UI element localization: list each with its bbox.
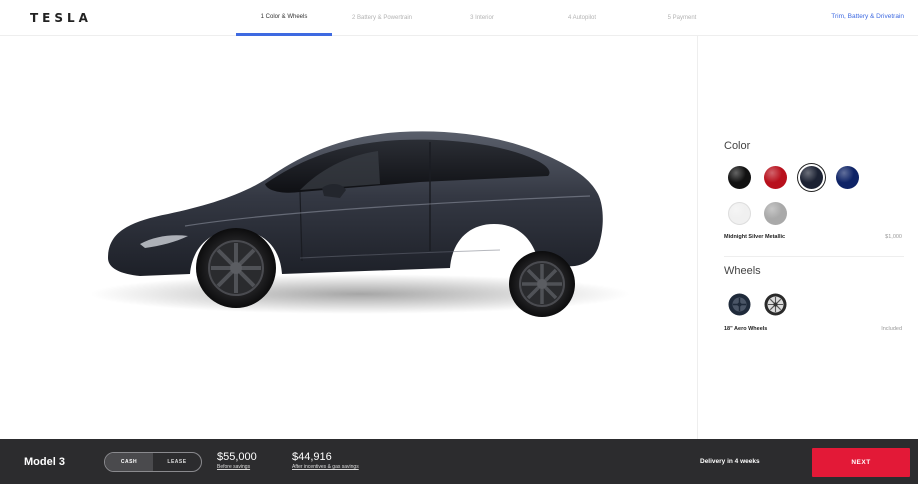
car-image xyxy=(90,131,630,317)
selected-color-price: $1,000 xyxy=(885,234,902,240)
model-name: Model 3 xyxy=(24,456,65,468)
step-tabs: 1 Color & Wheels 2 Battery & Powertrain … xyxy=(236,0,732,36)
toggle-cash[interactable]: CASH xyxy=(105,453,153,471)
config-panel: Color Midnight Silver Metallic $1,000 Wh… xyxy=(698,36,918,439)
color-swatch-midnight-silver[interactable] xyxy=(800,166,823,189)
price-before-savings: $55,000 Before savings xyxy=(217,451,257,470)
wheels-section-title: Wheels xyxy=(724,265,761,277)
summary-bar: Model 3 CASH LEASE $55,000 Before saving… xyxy=(0,439,918,484)
wheel-option-aero[interactable] xyxy=(728,293,751,316)
top-nav: TESLA 1 Color & Wheels 2 Battery & Power… xyxy=(0,0,918,36)
price-before-value: $55,000 xyxy=(217,451,257,463)
car-preview xyxy=(0,36,697,439)
trim-link[interactable]: Trim, Battery & Drivetrain xyxy=(831,13,904,20)
color-swatch-red[interactable] xyxy=(764,166,787,189)
selected-color-name: Midnight Silver Metallic xyxy=(724,234,786,240)
tab-color-wheels[interactable]: 1 Color & Wheels xyxy=(236,0,332,36)
price-after-value: $44,916 xyxy=(292,451,332,463)
tab-autopilot[interactable]: 4 Autopilot xyxy=(532,0,632,36)
tab-payment[interactable]: 5 Payment xyxy=(632,0,732,36)
price-before-label[interactable]: Before savings xyxy=(217,464,257,470)
sport-wheel-icon xyxy=(764,293,787,316)
color-swatch-black[interactable] xyxy=(728,166,751,189)
toggle-lease[interactable]: LEASE xyxy=(153,453,201,471)
tab-interior[interactable]: 3 Interior xyxy=(432,0,532,36)
color-section-title: Color xyxy=(724,140,751,152)
delivery-estimate: Delivery in 4 weeks xyxy=(700,458,760,465)
wheel-option-sport[interactable] xyxy=(764,293,787,316)
price-after-label[interactable]: After incentives & gas savings xyxy=(292,464,359,470)
tesla-logo[interactable]: TESLA xyxy=(30,11,92,25)
color-swatch-white[interactable] xyxy=(728,202,751,225)
color-swatch-silver[interactable] xyxy=(764,202,787,225)
section-divider xyxy=(724,256,904,257)
selected-wheel-name: 18" Aero Wheels xyxy=(724,326,768,332)
selected-wheel-price: Included xyxy=(881,326,902,332)
color-swatch-deep-blue[interactable] xyxy=(836,166,859,189)
price-after-savings: $44,916 After incentives & gas savings xyxy=(292,451,359,470)
aero-wheel-icon xyxy=(728,293,751,316)
tab-battery-powertrain[interactable]: 2 Battery & Powertrain xyxy=(332,0,432,36)
payment-toggle: CASH LEASE xyxy=(104,452,202,472)
next-button[interactable]: NEXT xyxy=(812,448,910,477)
